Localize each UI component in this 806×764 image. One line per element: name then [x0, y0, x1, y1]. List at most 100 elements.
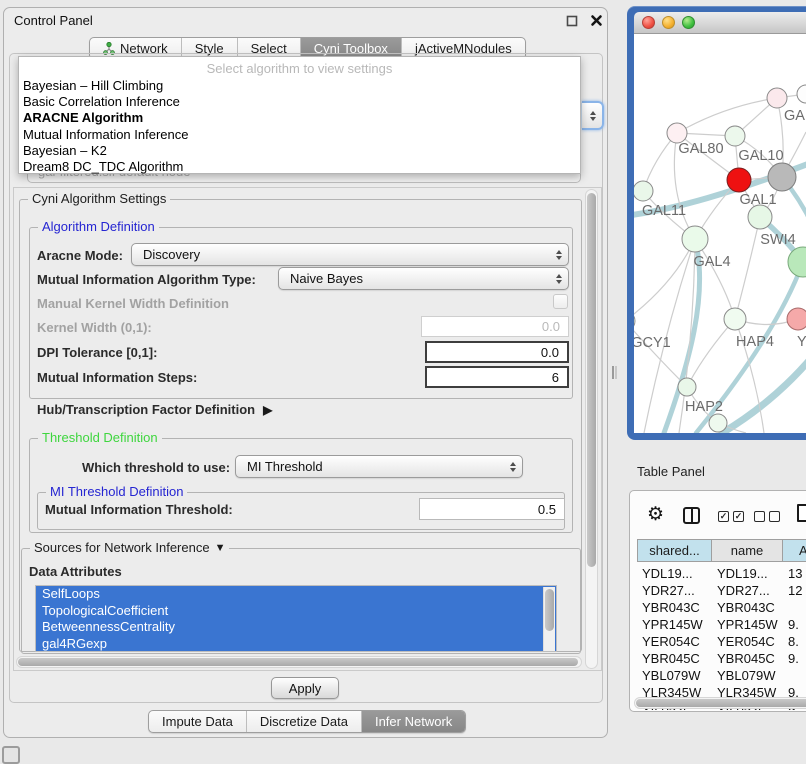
minimize-traffic-light[interactable]: [662, 16, 675, 29]
node-gal1[interactable]: [748, 205, 772, 229]
network-window-titlebar[interactable]: [634, 12, 806, 34]
table-cell[interactable]: YBR043C: [637, 600, 712, 617]
deselect-all-checkbox-icon[interactable]: [769, 511, 780, 522]
scrollbar-thumb[interactable]: [18, 658, 578, 666]
edge[interactable]: [634, 239, 695, 321]
scrollbar-thumb[interactable]: [587, 193, 596, 567]
mi-steps-field[interactable]: 6: [425, 366, 569, 388]
table-cell[interactable]: [783, 668, 806, 685]
node-hap2[interactable]: [678, 378, 696, 396]
tab-infer-network[interactable]: Infer Network: [361, 711, 465, 732]
expand-right-icon: ▶: [263, 403, 272, 417]
column-header-partial[interactable]: A: [783, 539, 806, 562]
table-cell[interactable]: 9.: [783, 617, 806, 634]
kernel-width-label: Kernel Width (0,1):: [37, 320, 152, 335]
kernel-width-field[interactable]: 0.0: [421, 316, 569, 337]
collapse-down-icon[interactable]: ▼: [215, 542, 226, 554]
gear-icon[interactable]: ⚙: [647, 505, 664, 524]
node-gal11[interactable]: [634, 181, 653, 201]
zoom-traffic-light[interactable]: [682, 16, 695, 29]
table-cell[interactable]: YPR145W: [637, 617, 712, 634]
edge[interactable]: [677, 98, 777, 133]
list-item[interactable]: SelfLoops: [36, 586, 556, 603]
table-cell[interactable]: YDR27...: [712, 583, 783, 600]
select-all-checkbox-icon[interactable]: ✓: [718, 511, 729, 522]
node-gal80[interactable]: [667, 123, 687, 143]
table-cell[interactable]: [783, 600, 806, 617]
table-horizontal-scrollbar[interactable]: [634, 697, 806, 709]
edge[interactable]: [735, 217, 760, 319]
float-window-icon[interactable]: [566, 15, 578, 27]
node-gal10[interactable]: [725, 126, 745, 146]
apply-button[interactable]: Apply: [271, 677, 339, 699]
mi-type-combo[interactable]: Naive Bayes: [278, 267, 569, 290]
select-all-checkbox-icon[interactable]: ✓: [733, 511, 744, 522]
export-table-icon[interactable]: [797, 504, 806, 522]
combo-stepper: [590, 103, 596, 128]
table-cell[interactable]: YDR27...: [637, 583, 712, 600]
list-vertical-scrollbar[interactable]: [543, 587, 555, 651]
table-cell[interactable]: YBR045C: [712, 651, 783, 668]
which-threshold-combo[interactable]: MI Threshold: [235, 455, 523, 478]
column-header-shared-name[interactable]: shared...: [637, 539, 712, 562]
table-cell[interactable]: 9.: [783, 651, 806, 668]
manual-kernel-checkbox[interactable]: [553, 294, 568, 309]
popup-item[interactable]: Mutual Information Inference: [19, 127, 580, 143]
edge[interactable]: [722, 356, 806, 433]
table-cell[interactable]: 13: [783, 566, 806, 583]
algorithm-combo-fragment[interactable]: [582, 101, 604, 130]
group-title: MI Threshold Definition: [50, 484, 183, 499]
popup-item-selected[interactable]: ARACNE Algorithm: [19, 110, 580, 126]
table-cell[interactable]: YBL079W: [712, 668, 783, 685]
node[interactable]: [797, 85, 806, 103]
tab-discretize-data[interactable]: Discretize Data: [246, 711, 361, 732]
node[interactable]: [767, 88, 787, 108]
table-cell[interactable]: YPR145W: [712, 617, 783, 634]
aracne-mode-combo[interactable]: Discovery: [131, 243, 569, 266]
list-item[interactable]: gal4RGexp: [36, 636, 556, 653]
table-cell[interactable]: YER054C: [712, 634, 783, 651]
node[interactable]: [709, 414, 727, 432]
close-icon[interactable]: [590, 14, 603, 27]
scrollbar-thumb[interactable]: [636, 699, 806, 707]
table-cell[interactable]: YDL19...: [712, 566, 783, 583]
settings-vertical-scrollbar[interactable]: [585, 189, 598, 669]
node-gal4[interactable]: [682, 226, 708, 252]
node-salmon[interactable]: [787, 308, 806, 330]
mi-steps-label: Mutual Information Steps:: [37, 370, 197, 385]
node-swi4[interactable]: [788, 247, 806, 277]
dpi-tolerance-field[interactable]: 0.0: [425, 341, 569, 363]
mi-threshold-field[interactable]: 0.5: [419, 498, 565, 520]
table-cell[interactable]: YER054C: [637, 634, 712, 651]
table-cell[interactable]: 8.: [783, 634, 806, 651]
node-hap4[interactable]: [724, 308, 746, 330]
popup-item[interactable]: Basic Correlation Inference: [19, 94, 580, 110]
popup-item[interactable]: Dream8 DC_TDC Algorithm: [19, 159, 580, 175]
scrollbar-thumb[interactable]: [545, 589, 554, 631]
table-cell[interactable]: YDL19...: [637, 566, 712, 583]
node-gray[interactable]: [768, 163, 796, 191]
edge[interactable]: [634, 321, 687, 387]
deselect-all-checkbox-icon[interactable]: [754, 511, 765, 522]
column-header-name[interactable]: name: [712, 539, 783, 562]
node-label: GAL1: [739, 192, 776, 208]
minimized-panel-icon[interactable]: [2, 746, 20, 764]
table-cell[interactable]: 12: [783, 583, 806, 600]
popup-item[interactable]: Bayesian – Hill Climbing: [19, 78, 580, 94]
table-cell[interactable]: YBL079W: [637, 668, 712, 685]
columns-icon[interactable]: [683, 507, 700, 524]
node-selected-red[interactable]: [727, 168, 751, 192]
tab-impute-data[interactable]: Impute Data: [149, 711, 246, 732]
panel-splitter-grip[interactable]: [612, 366, 617, 379]
network-canvas[interactable]: GAL GAL80 GAL10 GAL1 GAL11 SWI4 GAL4 GCY…: [634, 34, 806, 433]
list-item[interactable]: BetweennessCentrality: [36, 619, 556, 636]
list-item[interactable]: TopologicalCoefficient: [36, 603, 556, 620]
table-cell[interactable]: YBR045C: [637, 651, 712, 668]
popup-item[interactable]: Bayesian – K2: [19, 143, 580, 159]
settings-horizontal-scrollbar[interactable]: [16, 656, 582, 668]
table-toolbar: ⚙ ✓ ✓: [630, 491, 806, 537]
close-traffic-light[interactable]: [642, 16, 655, 29]
node-label: GAL10: [738, 148, 783, 164]
table-cell[interactable]: YBR043C: [712, 600, 783, 617]
hub-definition-expander[interactable]: Hub/Transcription Factor Definition▶: [37, 402, 272, 417]
